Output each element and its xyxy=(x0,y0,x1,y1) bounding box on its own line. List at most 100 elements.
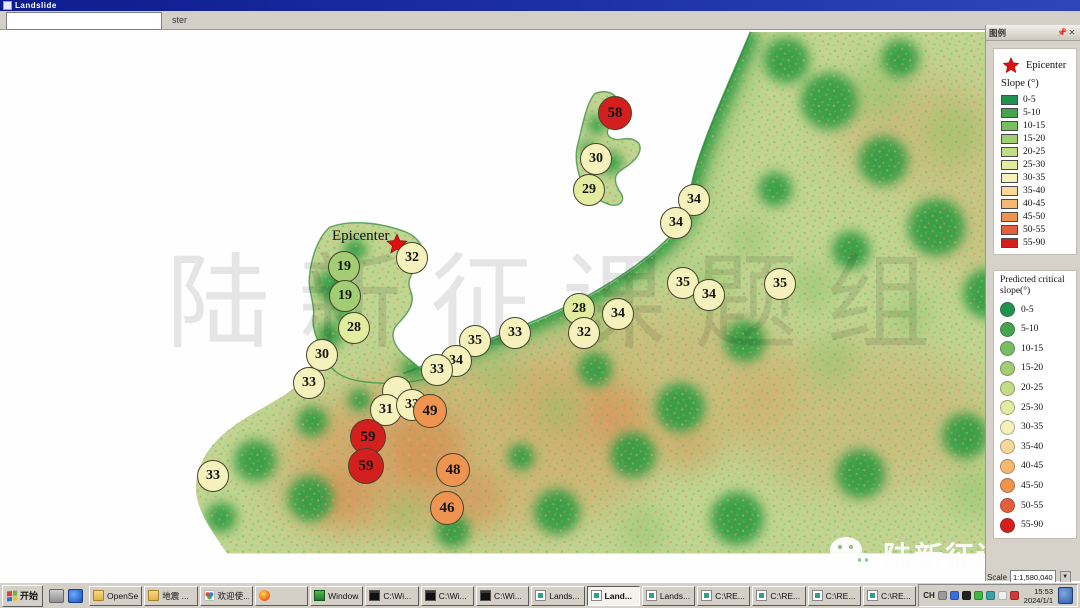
slope-marker[interactable]: 33 xyxy=(421,354,453,386)
slope-marker[interactable]: 19 xyxy=(329,280,361,312)
legend-class-label: 55-90 xyxy=(1023,238,1045,248)
taskbar-button[interactable]: 地震 ... xyxy=(144,586,197,606)
taskbar: 开始 OpenSees地震 ...欢迎使...Window...C:\Wi...… xyxy=(0,582,1080,608)
toolbar-combobox[interactable] xyxy=(6,12,162,30)
close-icon[interactable]: ✕ xyxy=(1067,29,1077,37)
window-title: Landslide xyxy=(15,2,57,10)
map-doc-icon xyxy=(867,590,878,601)
slope-marker[interactable]: 28 xyxy=(338,312,370,344)
slope-marker[interactable]: 32 xyxy=(568,317,600,349)
map-doc-icon xyxy=(756,590,767,601)
legend-class-label: 35-40 xyxy=(1023,186,1045,196)
legend-class-label: 25-30 xyxy=(1023,160,1045,170)
pin-icon[interactable]: 📌 xyxy=(1057,29,1067,37)
critical-class-row: 0-5 xyxy=(994,300,1076,320)
taskbar-button[interactable]: C:\RE... xyxy=(697,586,750,606)
marker-layer: 5830293434321919283033333534333328323435… xyxy=(0,30,1080,582)
slope-marker[interactable]: 32 xyxy=(396,242,428,274)
slope-marker[interactable]: 30 xyxy=(580,143,612,175)
critical-class-row: 25-30 xyxy=(994,398,1076,418)
critical-class-label: 55-90 xyxy=(1021,520,1043,530)
windows-flag-icon xyxy=(7,590,17,601)
slope-marker[interactable]: 19 xyxy=(328,251,360,283)
legend-class-swatch xyxy=(1001,212,1018,222)
slope-marker[interactable]: 59 xyxy=(348,448,384,484)
slope-marker[interactable]: 48 xyxy=(436,453,470,487)
taskbar-button[interactable]: Lands... xyxy=(642,586,695,606)
critical-slope-legend-box: Predicted critical slope(°) 0-5 5-10 10-… xyxy=(993,270,1077,539)
slope-marker[interactable]: 58 xyxy=(598,96,632,130)
system-tray: CH 15:53 2024/1/1 xyxy=(918,584,1078,607)
slope-marker[interactable]: 29 xyxy=(573,174,605,206)
map-view[interactable]: 陆新征课题组 Epicenter 58302934343219192830333… xyxy=(0,30,1080,582)
taskbar-button[interactable] xyxy=(255,586,308,606)
slope-classes: 0-5 5-10 10-15 15-20 20-25 25-30 30-35 3… xyxy=(994,93,1076,249)
slope-marker[interactable]: 33 xyxy=(197,460,229,492)
taskbar-button[interactable]: Window... xyxy=(310,586,363,606)
taskbar-button[interactable]: Lands... xyxy=(531,586,584,606)
legend-class-row: 10-15 xyxy=(994,119,1076,132)
legend-class-swatch xyxy=(1001,95,1018,105)
taskbar-button[interactable]: C:\RE... xyxy=(752,586,805,606)
critical-class-row: 35-40 xyxy=(994,437,1076,457)
tray-icon[interactable] xyxy=(998,591,1007,600)
legend-class-label: 50-55 xyxy=(1023,225,1045,235)
application-window: Landslide ster xyxy=(0,0,1080,608)
slope-marker[interactable]: 49 xyxy=(413,394,447,428)
legend-class-row: 35-40 xyxy=(994,184,1076,197)
taskbar-button[interactable]: OpenSees xyxy=(89,586,142,606)
slope-legend-title: Slope (°) xyxy=(1001,78,1076,89)
critical-class-swatch xyxy=(1000,478,1015,493)
slope-marker[interactable]: 34 xyxy=(660,207,692,239)
taskbar-button-label: C:\RE... xyxy=(770,591,800,601)
critical-class-label: 50-55 xyxy=(1021,501,1043,511)
tray-icon[interactable] xyxy=(986,591,995,600)
clock[interactable]: 15:53 2024/1/1 xyxy=(1024,587,1053,605)
critical-class-row: 5-10 xyxy=(994,319,1076,339)
slope-marker[interactable]: 35 xyxy=(764,268,796,300)
legend-class-label: 5-10 xyxy=(1023,108,1040,118)
map-doc-icon xyxy=(646,590,657,601)
taskbar-button[interactable]: C:\RE... xyxy=(863,586,916,606)
taskbar-button-label: 欢迎使... xyxy=(218,590,249,602)
slope-marker[interactable]: 33 xyxy=(499,317,531,349)
tray-icon[interactable] xyxy=(1010,591,1019,600)
critical-class-swatch xyxy=(1000,518,1015,533)
critical-class-row: 10-15 xyxy=(994,339,1076,359)
window-titlebar[interactable]: Landslide xyxy=(0,0,1080,11)
taskbar-button-label: Lands... xyxy=(660,591,690,601)
taskbar-button[interactable]: C:\Wi... xyxy=(421,586,474,606)
taskbar-button[interactable]: C:\RE... xyxy=(808,586,861,606)
toolbar: ster xyxy=(0,11,1080,30)
tray-icon[interactable] xyxy=(938,591,947,600)
blue-app-icon[interactable] xyxy=(68,589,83,603)
critical-class-row: 20-25 xyxy=(994,378,1076,398)
slope-marker[interactable]: 46 xyxy=(430,491,464,525)
language-indicator[interactable]: CH xyxy=(923,591,935,600)
critical-class-swatch xyxy=(1000,400,1015,415)
tray-icon[interactable] xyxy=(974,591,983,600)
legend-class-label: 20-25 xyxy=(1023,147,1045,157)
critical-class-label: 10-15 xyxy=(1021,344,1043,354)
taskbar-button-label: C:\Wi... xyxy=(494,591,522,601)
taskbar-button[interactable]: C:\Wi... xyxy=(365,586,418,606)
scale-label: Scale xyxy=(987,573,1007,582)
show-desktop-icon[interactable] xyxy=(1058,587,1073,604)
critical-class-label: 25-30 xyxy=(1021,403,1043,413)
map-doc-icon xyxy=(701,590,712,601)
taskbar-button[interactable]: 欢迎使... xyxy=(200,586,253,606)
slope-marker[interactable]: 33 xyxy=(293,367,325,399)
quick-launch xyxy=(49,589,83,603)
critical-class-swatch xyxy=(1000,420,1015,435)
printer-icon[interactable] xyxy=(49,589,64,603)
taskbar-button[interactable]: Land... xyxy=(587,586,640,606)
start-button[interactable]: 开始 xyxy=(2,585,43,607)
cmd-icon xyxy=(369,590,380,601)
toolbar-text: ster xyxy=(172,15,187,25)
legend-panel-header[interactable]: 图例 📌 ✕ xyxy=(986,25,1080,41)
slope-marker[interactable]: 34 xyxy=(693,279,725,311)
tray-icon[interactable] xyxy=(962,591,971,600)
slope-marker[interactable]: 34 xyxy=(602,298,634,330)
tray-icon[interactable] xyxy=(950,591,959,600)
taskbar-button[interactable]: C:\Wi... xyxy=(476,586,529,606)
